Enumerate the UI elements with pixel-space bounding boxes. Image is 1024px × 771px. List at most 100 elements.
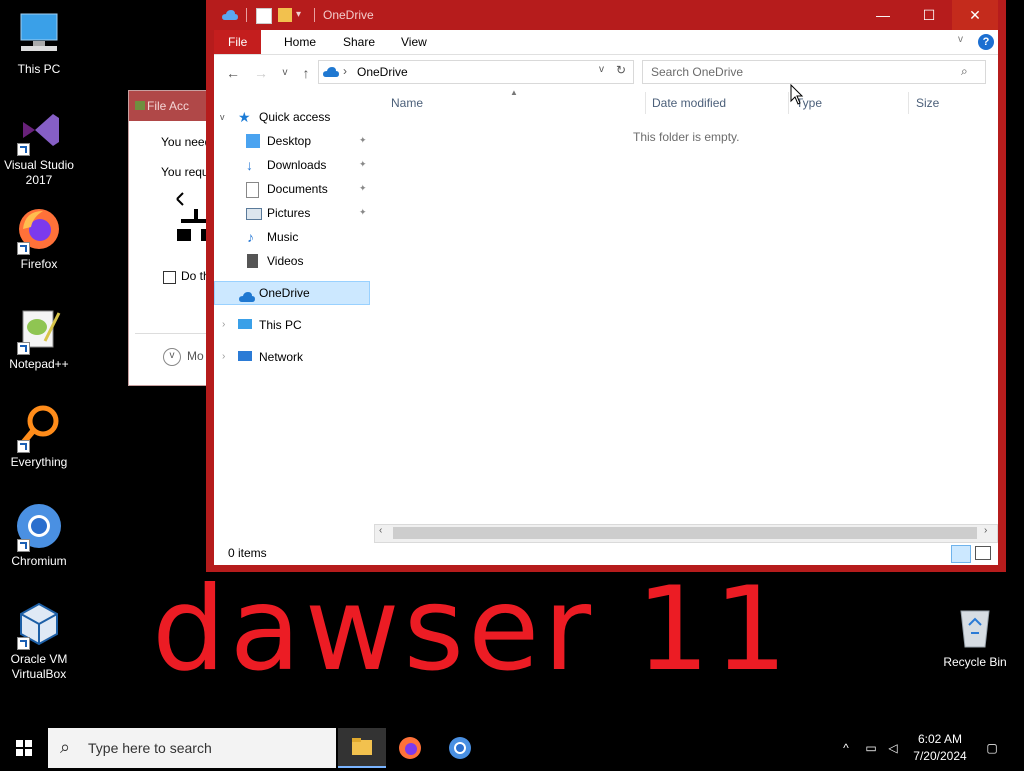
recycle-bin-icon (951, 603, 999, 651)
forward-button[interactable]: → (252, 64, 270, 82)
desktop-icon-virtualbox[interactable]: Oracle VM VirtualBox (0, 600, 78, 682)
scroll-right-icon[interactable]: › (984, 525, 987, 536)
back-button[interactable]: ← (224, 64, 242, 82)
breadcrumb[interactable]: OneDrive (357, 65, 408, 79)
desktop-icon-label: Chromium (11, 554, 67, 568)
taskbar-firefox[interactable] (386, 728, 434, 768)
desktop-icon-label: Firefox (20, 257, 58, 271)
nav-music[interactable]: ♪ Music (214, 225, 370, 249)
desktop-icon-label: This PC (17, 62, 61, 76)
nav-videos[interactable]: Videos (214, 249, 370, 273)
taskbar-chromium[interactable] (436, 728, 484, 768)
explorer-window[interactable]: ▾ OneDrive — ☐ ✕ File Home Share View v … (206, 0, 1006, 572)
scroll-left-icon[interactable]: ‹ (379, 525, 382, 536)
notifications-icon[interactable]: ▢ (980, 728, 1004, 768)
notepadpp-icon (15, 305, 63, 355)
chevron-right-icon[interactable]: › (222, 313, 225, 337)
network-icon (238, 351, 252, 361)
column-size[interactable]: Size (916, 92, 939, 114)
window-title: OneDrive (323, 8, 374, 22)
nav-downloads[interactable]: ↓ Downloads ✦ (214, 153, 370, 177)
taskbar-file-explorer[interactable] (338, 728, 386, 768)
large-icons-view-icon[interactable] (975, 546, 991, 560)
nav-this-pc[interactable]: › This PC (214, 313, 370, 337)
desktop-icon-notepadpp[interactable]: Notepad++ (0, 305, 78, 372)
expand-ribbon-icon[interactable]: v (958, 34, 963, 45)
column-divider[interactable] (788, 92, 789, 114)
sort-arrow-icon: ▲ (510, 88, 518, 97)
minimize-button[interactable]: — (860, 0, 906, 30)
shortcut-arrow-icon (17, 242, 30, 255)
everything-icon (15, 403, 63, 453)
horizontal-scrollbar[interactable]: ‹ › (374, 524, 998, 543)
nav-label: This PC (259, 318, 302, 332)
mouse-cursor-icon (790, 83, 804, 109)
star-icon: ★ (238, 109, 251, 125)
chevron-down-icon[interactable]: v (163, 348, 181, 366)
pin-icon: ✦ (359, 159, 367, 169)
taskbar-search[interactable]: ⌕ Type here to search (48, 728, 336, 768)
pin-icon: ✦ (359, 207, 367, 217)
address-dropdown-icon[interactable]: v (599, 64, 604, 75)
nav-documents[interactable]: Documents ✦ (214, 177, 370, 201)
search-icon: ⌕ (60, 737, 71, 757)
nav-network[interactable]: › Network (214, 345, 370, 369)
more-details-link[interactable]: Mo (187, 349, 204, 363)
properties-icon[interactable] (256, 8, 272, 24)
tab-share[interactable]: Share (329, 30, 389, 54)
column-divider[interactable] (645, 92, 646, 114)
video-icon (247, 254, 258, 268)
desktop-icon-visual-studio[interactable]: Visual Studio 2017 (0, 106, 78, 188)
shortcut-arrow-icon (17, 539, 30, 552)
nav-onedrive[interactable]: OneDrive (214, 281, 370, 305)
column-date-modified[interactable]: Date modified (652, 92, 726, 114)
pin-icon: ✦ (359, 135, 367, 145)
start-button[interactable] (0, 728, 48, 768)
nav-quick-access[interactable]: v ★ Quick access (214, 105, 370, 129)
clock[interactable]: 6:02 AM 7/20/2024 (908, 728, 972, 768)
column-name[interactable]: Name (391, 92, 423, 114)
document-icon (246, 182, 259, 198)
chromium-icon (15, 502, 63, 552)
recent-locations-button[interactable]: v (276, 64, 294, 82)
virtualbox-icon (15, 600, 63, 650)
search-input[interactable]: Search OneDrive ⌕ (642, 60, 986, 84)
show-hidden-icons[interactable]: ^ (838, 728, 854, 768)
scrollbar-thumb[interactable] (393, 527, 977, 539)
help-icon[interactable]: ? (978, 34, 994, 50)
details-view-icon[interactable] (951, 545, 971, 563)
nav-desktop[interactable]: Desktop ✦ (214, 129, 370, 153)
overlay-text: dawser 11 (152, 562, 792, 697)
refresh-icon[interactable]: ↻ (616, 63, 626, 77)
chevron-right-icon[interactable]: › (222, 345, 225, 369)
address-bar[interactable]: › OneDrive v ↻ (318, 60, 634, 84)
customize-quick-access-icon[interactable]: ▾ (296, 8, 310, 22)
search-icon[interactable]: ⌕ (961, 64, 968, 79)
nav-label: Quick access (259, 110, 331, 124)
desktop-icon-firefox[interactable]: Firefox (0, 205, 78, 272)
title-bar[interactable]: ▾ OneDrive — ☐ ✕ (206, 0, 1006, 30)
tab-home[interactable]: Home (270, 30, 330, 54)
empty-folder-message: This folder is empty. (633, 130, 740, 144)
desktop-icon-chromium[interactable]: Chromium (0, 502, 78, 569)
new-folder-icon[interactable] (278, 8, 292, 22)
firefox-icon (399, 737, 421, 759)
desktop-icon-this-pc[interactable]: This PC (0, 10, 78, 77)
dialog-checkbox[interactable] (163, 271, 176, 284)
nav-label: Documents (267, 182, 328, 196)
maximize-button[interactable]: ☐ (906, 0, 952, 30)
column-divider[interactable] (908, 92, 909, 114)
close-button[interactable]: ✕ (952, 0, 998, 30)
tab-view[interactable]: View (387, 30, 441, 54)
nav-pictures[interactable]: Pictures ✦ (214, 201, 370, 225)
tab-file[interactable]: File (214, 30, 262, 54)
volume-icon[interactable]: ◁ (884, 728, 902, 768)
desktop-icon-recycle-bin[interactable]: Recycle Bin (936, 603, 1014, 670)
desktop-icon-everything[interactable]: Everything (0, 403, 78, 470)
network-tray-icon[interactable]: ▭ (862, 728, 880, 768)
chevron-down-icon[interactable]: v (220, 105, 225, 129)
desktop-icon-label: Recycle Bin (943, 655, 1007, 669)
taskbar-search-placeholder: Type here to search (88, 740, 212, 756)
up-button[interactable]: ↑ (297, 64, 315, 82)
dialog-line-1: You need (161, 135, 212, 149)
